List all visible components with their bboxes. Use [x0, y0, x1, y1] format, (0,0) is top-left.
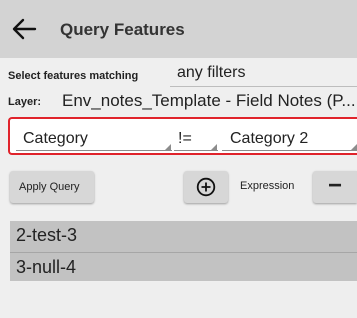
layer-label: Layer: — [8, 96, 42, 108]
results-empty-area — [10, 282, 357, 318]
match-select-underline — [170, 86, 357, 87]
list-item[interactable]: 3-null-4 — [10, 253, 357, 283]
apply-query-label: Apply Query — [19, 181, 80, 193]
field-select-underline — [16, 150, 172, 151]
plus-circle-icon — [196, 177, 216, 197]
operator-select-underline — [174, 150, 218, 151]
layer-select[interactable]: Env_notes_Template - Field Notes (P... — [62, 91, 356, 111]
add-expression-button[interactable] — [184, 171, 228, 203]
list-item-label: 3-null-4 — [16, 257, 77, 277]
filter-value-select[interactable]: Category 2 — [222, 130, 357, 150]
expression-label: Expression — [240, 180, 295, 192]
filter-field-select[interactable]: Category — [16, 130, 172, 150]
filter-operator-value: != — [178, 130, 192, 147]
field-dropdown-indicator-icon — [165, 144, 171, 150]
match-mode-value: any filters — [177, 64, 246, 81]
list-item-label: 2-test-3 — [16, 225, 78, 245]
page-title: Query Features — [60, 20, 185, 39]
app-header: Query Features — [0, 0, 357, 58]
apply-query-button[interactable]: Apply Query — [10, 171, 94, 203]
value-select-underline — [222, 150, 357, 151]
match-mode-select[interactable]: any filters — [170, 63, 357, 85]
list-item[interactable]: 2-test-3 — [10, 221, 357, 251]
match-label: Select features matching — [8, 70, 139, 82]
arrow-left-icon[interactable] — [11, 17, 37, 41]
operator-dropdown-indicator-icon — [211, 144, 217, 150]
minus-icon: − — [328, 172, 343, 199]
value-dropdown-indicator-icon — [351, 144, 357, 150]
remove-expression-button[interactable]: − — [313, 171, 357, 203]
filter-value-value: Category 2 — [230, 130, 309, 147]
filter-field-value: Category — [23, 130, 88, 147]
